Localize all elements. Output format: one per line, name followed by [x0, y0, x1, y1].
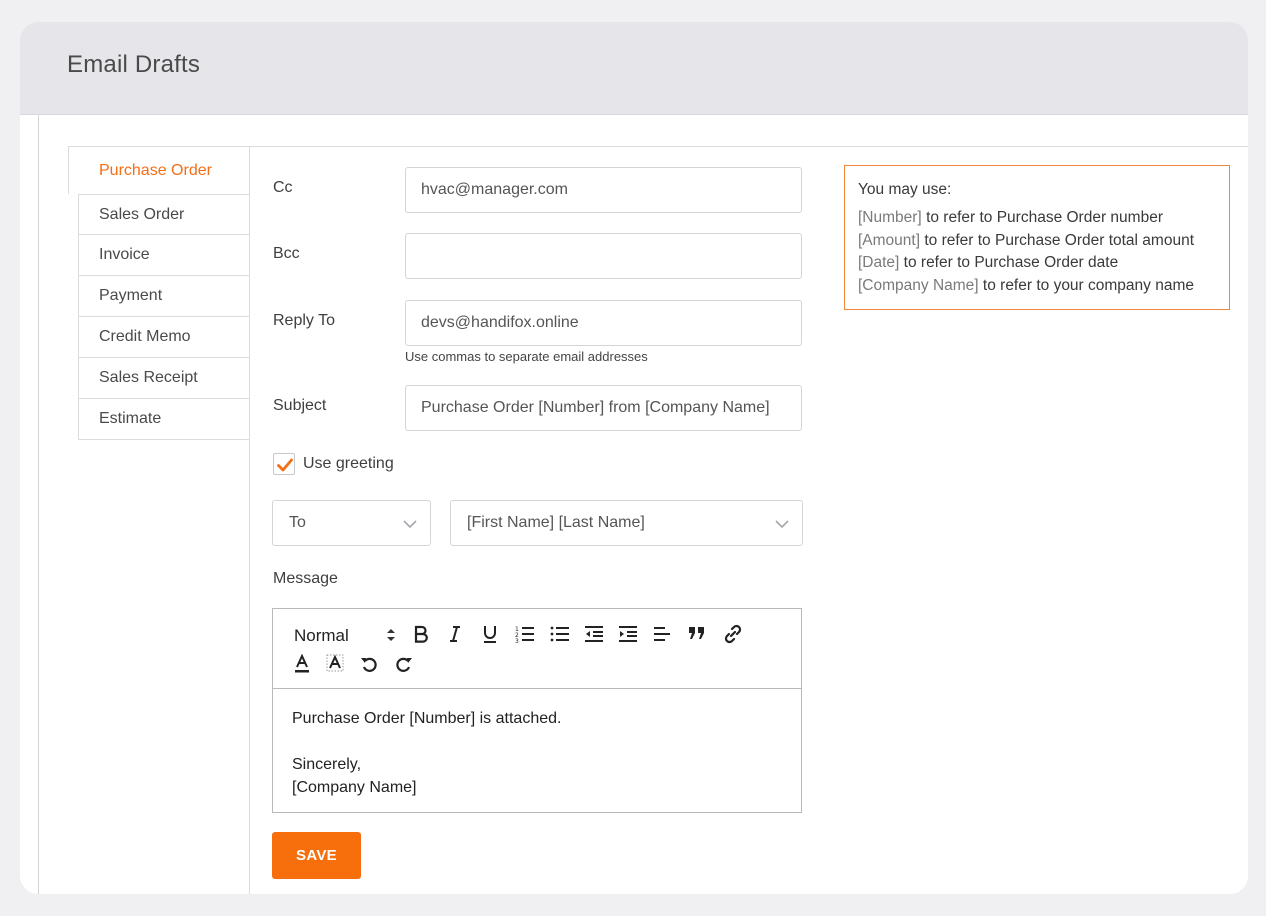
undo-icon[interactable] [360, 655, 378, 673]
reply-to-field[interactable]: devs@handifox.online [405, 300, 802, 346]
subject-label: Subject [273, 397, 327, 414]
bcc-label: Bcc [273, 245, 300, 262]
help-token: [Number] [858, 209, 922, 226]
help-item: [Company Name] to refer to your company … [858, 275, 1229, 298]
greeting-word-value: To [289, 514, 306, 531]
greeting-word-select[interactable]: To [272, 500, 431, 546]
ordered-list-icon[interactable]: 123 [515, 625, 535, 643]
app-window: Email Drafts Purchase Order Sales Order … [20, 22, 1248, 894]
blockquote-icon[interactable] [688, 626, 706, 640]
link-icon[interactable] [723, 624, 743, 644]
bcc-field[interactable] [405, 233, 802, 279]
editor-line: Purchase Order [Number] is attached. [292, 710, 562, 727]
greeting-name-select[interactable]: [First Name] [Last Name] [450, 500, 803, 546]
page-title: Email Drafts [67, 51, 201, 78]
tab-payment[interactable]: Payment [78, 276, 250, 317]
checkmark-icon [277, 458, 293, 472]
chevron-down-icon [403, 520, 417, 529]
format-select[interactable]: Normal [294, 626, 399, 646]
help-text: to refer to your company name [982, 276, 1194, 294]
draft-type-tabs: Sales Order Invoice Payment Credit Memo … [78, 194, 250, 440]
editor-line: [Company Name] [292, 779, 417, 796]
content-left-border [38, 115, 39, 894]
tab-sales-receipt[interactable]: Sales Receipt [78, 358, 250, 399]
subject-field[interactable]: Purchase Order [Number] from [Company Na… [405, 385, 802, 431]
message-editor[interactable]: Normal 123 Purchase Order [Number] is at… [272, 608, 802, 813]
placeholder-help-box: You may use: [Number] to refer to Purcha… [844, 165, 1230, 310]
editor-blank-line [292, 730, 561, 753]
bullet-list-icon[interactable] [550, 625, 570, 643]
outdent-icon[interactable] [584, 625, 604, 643]
help-text: to refer to Purchase Order date [903, 254, 1119, 271]
font-color-icon[interactable] [293, 654, 311, 674]
italic-icon[interactable] [448, 625, 462, 643]
tab-invoice[interactable]: Invoice [78, 235, 250, 276]
tab-estimate[interactable]: Estimate [78, 399, 250, 440]
help-item: [Date] to refer to Purchase Order date [858, 252, 1229, 275]
chevron-down-icon [775, 520, 789, 529]
bold-icon[interactable] [413, 625, 429, 643]
indent-icon[interactable] [618, 625, 638, 643]
help-token: [Date] [858, 254, 900, 271]
page-header: Email Drafts [20, 22, 1248, 115]
message-label: Message [273, 570, 338, 587]
save-button[interactable]: SAVE [272, 832, 361, 879]
help-text: to refer to Purchase Order total amount [924, 231, 1195, 249]
reply-to-label: Reply To [273, 312, 335, 329]
underline-icon[interactable] [481, 624, 499, 644]
background-color-icon[interactable] [326, 654, 344, 674]
tab-purchase-order[interactable]: Purchase Order [68, 146, 250, 194]
use-greeting-checkbox[interactable] [273, 453, 295, 475]
greeting-name-value: [First Name] [Last Name] [467, 514, 645, 531]
cc-label: Cc [273, 179, 293, 196]
help-item: [Amount] to refer to Purchase Order tota… [858, 230, 1229, 253]
select-arrows-icon [387, 629, 395, 641]
help-token: [Amount] [858, 231, 921, 249]
tab-credit-memo[interactable]: Credit Memo [78, 317, 250, 358]
editor-line: Sincerely, [292, 756, 362, 773]
use-greeting-label: Use greeting [303, 455, 394, 472]
sidebar-divider [249, 146, 250, 894]
help-title: You may use: [858, 181, 952, 198]
help-text: to refer to Purchase Order number [926, 209, 1163, 226]
editor-content[interactable]: Purchase Order [Number] is attached. Sin… [292, 707, 561, 799]
help-token: [Company Name] [858, 276, 979, 294]
reply-to-hint: Use commas to separate email addresses [405, 349, 648, 364]
align-icon[interactable] [653, 625, 671, 643]
tab-sales-order[interactable]: Sales Order [78, 194, 250, 235]
editor-toolbar: Normal 123 [273, 609, 801, 689]
cc-field[interactable]: hvac@manager.com [405, 167, 802, 213]
format-select-value: Normal [294, 626, 349, 645]
help-item: [Number] to refer to Purchase Order numb… [858, 207, 1229, 230]
svg-text:3: 3 [515, 638, 519, 643]
redo-icon[interactable] [395, 655, 413, 673]
